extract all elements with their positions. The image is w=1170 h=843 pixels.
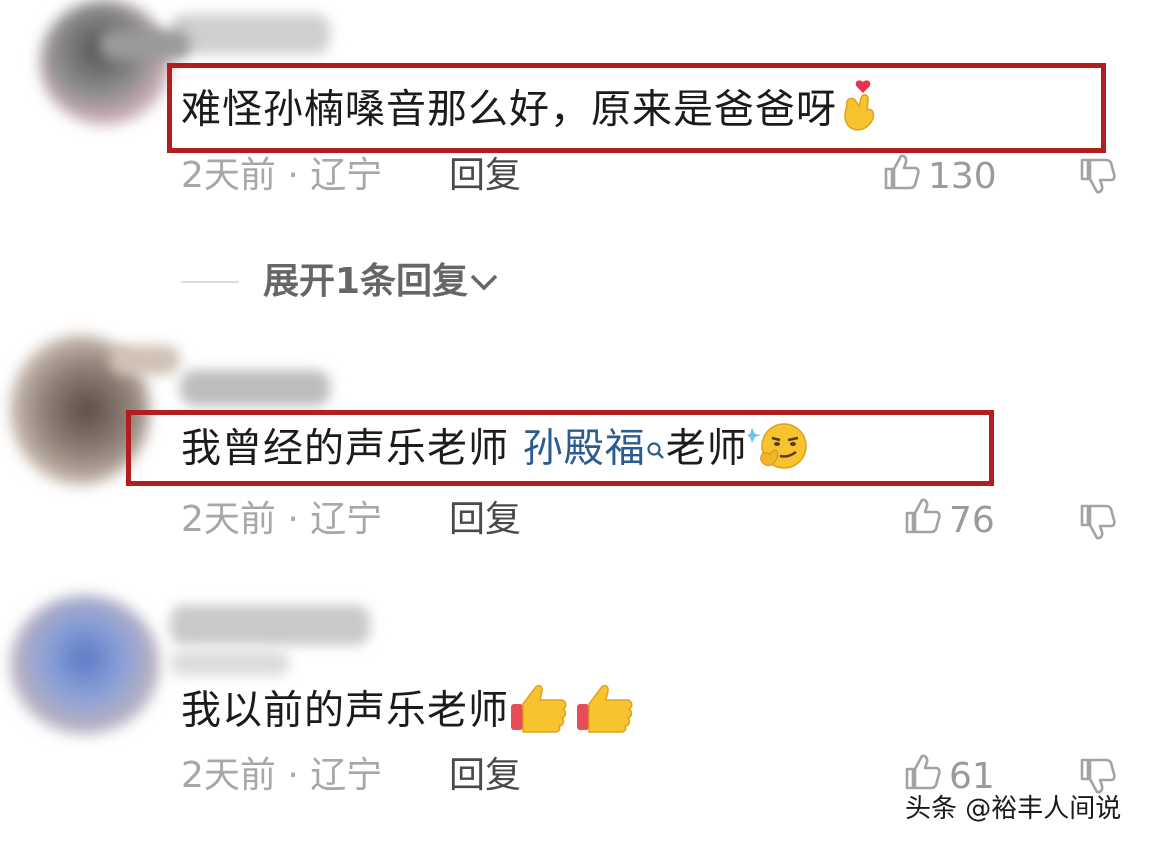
finger-heart-emoji-icon (837, 80, 881, 143)
smirk-thinking-emoji-icon (744, 420, 808, 481)
avatar[interactable] (40, 0, 170, 125)
person-link[interactable]: 孙殿福 (523, 426, 646, 472)
comment-meta: 2天前 · 辽宁 (181, 755, 383, 796)
thumbs-up-outline-icon (903, 496, 949, 545)
comment-meta: 2天前 · 辽宁 (181, 155, 383, 196)
avatar[interactable] (10, 595, 160, 735)
like-button[interactable]: 130 (882, 154, 997, 198)
thumbs-up-emoji-icon (575, 680, 637, 745)
like-count: 130 (928, 155, 997, 197)
like-button[interactable]: 76 (903, 498, 995, 542)
chevron-down-icon (470, 274, 498, 291)
expand-replies-button[interactable]: 展开1条回复 (263, 262, 500, 302)
expand-divider (181, 281, 239, 283)
like-count: 76 (949, 499, 995, 541)
username-blurred[interactable] (180, 370, 330, 406)
thumbs-down-outline-icon (1080, 504, 1116, 540)
thumbs-up-emoji-icon (509, 680, 571, 745)
comment-text: 难怪孙楠嗓音那么好，原来是爸爸呀 (181, 80, 881, 143)
comment-meta: 2天前 · 辽宁 (181, 499, 383, 540)
reply-button[interactable]: 回复 (449, 500, 521, 540)
thumbs-up-outline-icon (882, 152, 928, 201)
comment-text: 我以前的声乐老师 (181, 680, 637, 745)
reply-button[interactable]: 回复 (449, 156, 521, 196)
dislike-button[interactable] (1078, 156, 1118, 196)
username-blurred[interactable] (170, 605, 370, 645)
thumbs-down-outline-icon (1080, 158, 1116, 194)
reply-button[interactable]: 回复 (449, 756, 521, 796)
watermark: 头条 @裕丰人间说 (905, 794, 1122, 824)
username-blurred[interactable] (170, 14, 330, 54)
comment-text: 我曾经的声乐老师 孙殿福 老师 (181, 420, 808, 481)
search-icon (646, 424, 666, 472)
dislike-button[interactable] (1078, 502, 1118, 542)
